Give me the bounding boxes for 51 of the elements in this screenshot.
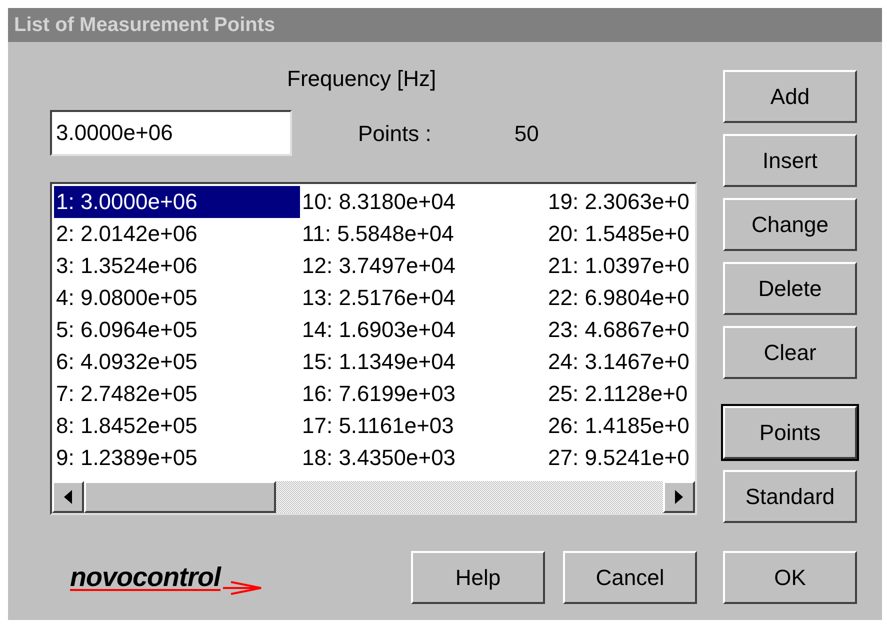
list-item[interactable]: 11: 5.5848e+04	[300, 218, 546, 250]
list-item[interactable]: 15: 1.1349e+04	[300, 346, 546, 378]
list-item[interactable]: 5: 6.0964e+05	[54, 314, 300, 346]
horizontal-scrollbar[interactable]	[52, 481, 695, 513]
list-item[interactable]: 4: 9.0800e+05	[54, 282, 300, 314]
list-item[interactable]: 1: 3.0000e+06	[54, 186, 300, 218]
list-item[interactable]: 6: 4.0932e+05	[54, 346, 300, 378]
list-item[interactable]: 19: 2.3063e+0	[546, 186, 695, 218]
list-item[interactable]: 14: 1.6903e+04	[300, 314, 546, 346]
list-item[interactable]: 10: 8.3180e+04	[300, 186, 546, 218]
list-item[interactable]: 3: 1.3524e+06	[54, 250, 300, 282]
ok-button[interactable]: OK	[723, 551, 857, 604]
points-count: 50	[514, 120, 539, 148]
scroll-right-button[interactable]	[663, 481, 695, 513]
arrow-icon	[222, 580, 262, 594]
list-item[interactable]: 18: 3.4350e+03	[300, 442, 546, 474]
list-item[interactable]: 8: 1.8452e+05	[54, 410, 300, 442]
list-item[interactable]: 22: 6.9804e+0	[546, 282, 695, 314]
right-arrow-icon	[675, 490, 683, 504]
frequency-field[interactable]: 3.0000e+06	[50, 110, 292, 156]
list-item[interactable]: 7: 2.7482e+05	[54, 378, 300, 410]
frequency-list[interactable]	[50, 182, 697, 515]
list-item[interactable]: 26: 1.4185e+0	[546, 410, 695, 442]
logo-text: novocontrol	[70, 561, 220, 594]
list-item[interactable]: 12: 3.7497e+04	[300, 250, 546, 282]
side-button[interactable]: Insert	[723, 134, 857, 187]
window-title: List of Measurement Points	[14, 13, 276, 38]
side-button[interactable]: Delete	[723, 262, 857, 315]
help-button[interactable]: Help	[411, 551, 545, 604]
list-item[interactable]: 21: 1.0397e+0	[546, 250, 695, 282]
side-button[interactable]: Clear	[723, 326, 857, 379]
list-item[interactable]: 24: 3.1467e+0	[546, 346, 695, 378]
default-button[interactable]: Points	[723, 406, 857, 459]
list-item[interactable]: 23: 4.6867e+0	[546, 314, 695, 346]
list-item[interactable]: 13: 2.5176e+04	[300, 282, 546, 314]
side-button[interactable]: Add	[723, 70, 857, 123]
frequency-label: Frequency [Hz]	[287, 66, 436, 92]
list-item[interactable]: 17: 5.1161e+03	[300, 410, 546, 442]
scroll-left-button[interactable]	[52, 481, 84, 513]
list-item[interactable]: 25: 2.1128e+0	[546, 378, 695, 410]
cancel-button[interactable]: Cancel	[563, 551, 697, 604]
scroll-thumb[interactable]	[84, 481, 276, 513]
side-button[interactable]: Standard	[723, 470, 857, 523]
list-item[interactable]: 16: 7.6199e+03	[300, 378, 546, 410]
points-label: Points :	[358, 120, 432, 148]
left-arrow-icon	[64, 490, 72, 504]
list-item[interactable]: 9: 1.2389e+05	[54, 442, 300, 474]
list-item[interactable]: 27: 9.5241e+0	[546, 442, 695, 474]
side-button[interactable]: Change	[723, 198, 857, 251]
list-item[interactable]: 20: 1.5485e+0	[546, 218, 695, 250]
list-item[interactable]: 2: 2.0142e+06	[54, 218, 300, 250]
